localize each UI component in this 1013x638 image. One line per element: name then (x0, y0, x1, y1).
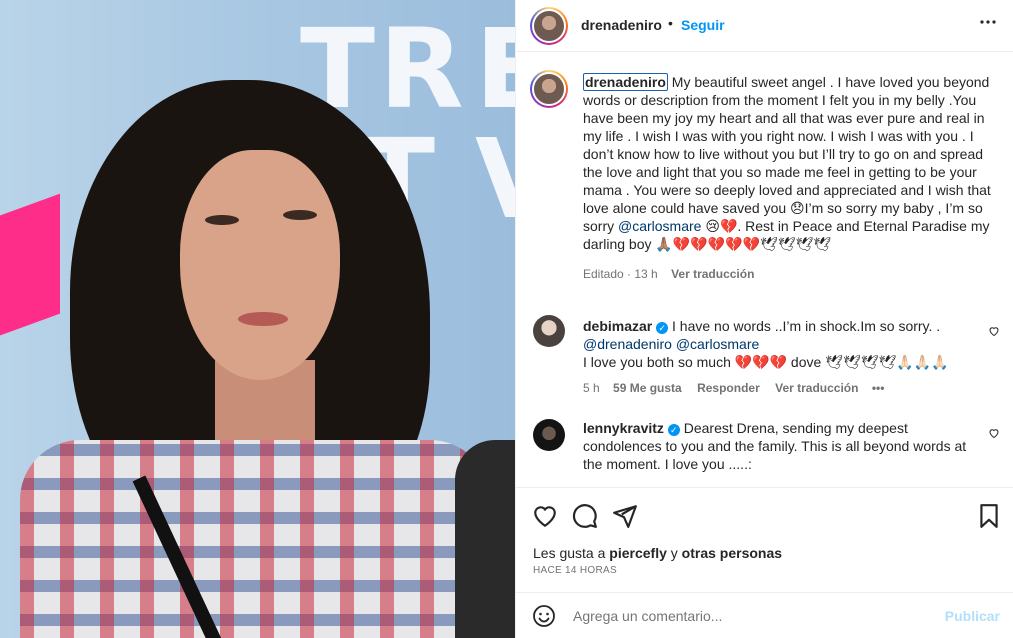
comment-mention-2[interactable]: @carlosmare (676, 336, 759, 352)
pink-graphic (0, 193, 60, 347)
comment-username[interactable]: debimazar (583, 318, 652, 334)
comment-item: debimazar ✓ I have no words ..I’m in sho… (583, 317, 973, 397)
add-comment-bar: Publicar (516, 592, 1013, 638)
face-shape (180, 150, 340, 380)
caption-translate-link[interactable]: Ver traducción (671, 267, 754, 281)
like-heart-icon[interactable] (532, 504, 558, 528)
more-options-icon[interactable] (978, 12, 998, 37)
likes-prefix: Les gusta a (533, 545, 610, 561)
dark-shoulder (455, 440, 515, 638)
banner-letters-e: E (475, 5, 515, 133)
like-comment-heart-icon[interactable] (988, 427, 1000, 439)
post-timestamp: HACE 14 HORAS (533, 565, 617, 576)
post-caption: drenadeniro My beautiful sweet angel . I… (583, 73, 993, 283)
emoji-smiley-icon[interactable] (532, 604, 556, 628)
verified-badge-icon: ✓ (656, 322, 669, 334)
post-details-panel: drenadeniro • Seguir drenadeniro My beau… (515, 0, 1013, 638)
caption-text-part-1: My beautiful sweet angel . I have loved … (583, 74, 991, 234)
comment-mention-1[interactable]: @drenadeniro (583, 336, 672, 352)
liker-username[interactable]: piercefly (609, 545, 667, 561)
comment-translate-link[interactable]: Ver traducción (775, 381, 858, 395)
post-header: drenadeniro • Seguir (516, 0, 1013, 52)
caption-mention[interactable]: @carlosmare (618, 218, 701, 234)
author-avatar[interactable] (530, 7, 568, 45)
comment-text-part-1: I have no words ..I’m in shock.Im so sor… (668, 318, 941, 334)
commenter-avatar-debimazar[interactable] (533, 315, 565, 347)
right-eye (283, 210, 317, 220)
like-comment-heart-icon[interactable] (988, 325, 1000, 337)
mouth-shape (238, 312, 288, 326)
caption-meta: Editado · 13 h Ver traducción (583, 265, 993, 283)
comment-input[interactable] (573, 608, 923, 624)
likes-middle: y (666, 545, 682, 561)
commenter-avatar-lennykravitz[interactable] (533, 419, 565, 451)
caption-author-avatar[interactable] (530, 70, 568, 108)
left-eye (205, 215, 239, 225)
save-bookmark-icon[interactable] (978, 503, 1000, 529)
verified-badge-icon: ✓ (667, 424, 680, 436)
comment-item: lennykravitz ✓ Dearest Drena, sending my… (583, 419, 973, 473)
banner-letters-v: V (475, 115, 515, 243)
caption-username[interactable]: drenadeniro (583, 73, 668, 91)
follow-button[interactable]: Seguir (681, 17, 725, 33)
post-action-bar (516, 500, 1013, 532)
post-photo[interactable]: TR E T V (0, 0, 515, 638)
caption-edited: Editado · 13 h (583, 267, 658, 281)
publish-button[interactable]: Publicar (945, 608, 1000, 624)
plaid-shirt (20, 440, 490, 638)
likes-others-link[interactable]: otras personas (682, 545, 782, 561)
comment-bubble-icon[interactable] (572, 503, 598, 529)
header-separator: • (668, 15, 673, 31)
comments-scroll-area[interactable]: drenadeniro My beautiful sweet angel . I… (516, 53, 1013, 488)
likes-summary: Les gusta a piercefly y otras personas (533, 545, 782, 561)
comment-meta: 5 h 59 Me gusta Responder Ver traducción… (583, 379, 973, 397)
comment-more-icon[interactable]: ••• (872, 381, 885, 395)
comment-reply-button[interactable]: Responder (697, 381, 760, 395)
comment-time: 5 h (583, 381, 600, 395)
share-paper-plane-icon[interactable] (612, 503, 638, 529)
comment-username[interactable]: lennykravitz (583, 420, 664, 436)
comment-text-part-2: I love you both so much 💔💔💔 dove 🕊🕊🕊🕊🙏🏻🙏… (583, 354, 949, 370)
comment-likes[interactable]: 59 Me gusta (613, 381, 682, 395)
author-username[interactable]: drenadeniro (581, 17, 662, 33)
